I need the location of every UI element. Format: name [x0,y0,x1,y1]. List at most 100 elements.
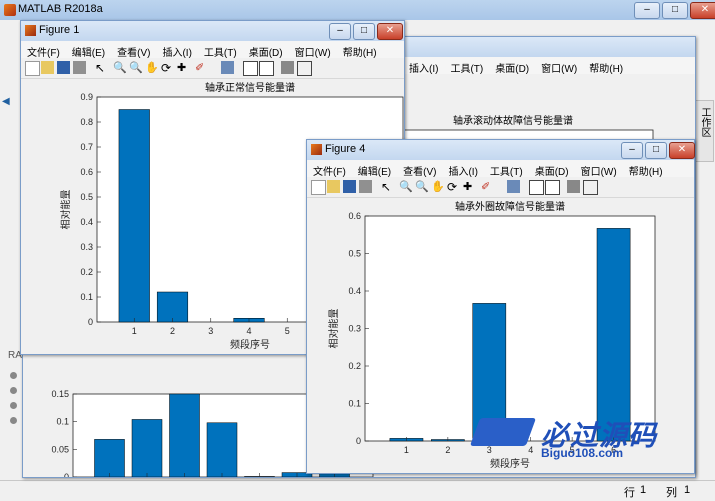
hide-tools-icon[interactable] [567,180,580,193]
y-tick-label: 0.5 [80,192,93,202]
menu-item-file[interactable]: 文件(F) [21,41,66,59]
status-bar: 行 1 列 1 [0,480,715,501]
figure-4-maximize-button[interactable]: □ [645,142,667,159]
watermark-logo: 必过源码 Biguo108.com [469,412,675,468]
menu-item-help[interactable]: 帮助(H) [583,57,629,75]
hide-tools-icon[interactable] [281,61,294,74]
menu-item-edit[interactable]: 编辑(E) [352,160,397,178]
y-tick-label: 0.05 [51,444,69,454]
show-tools-icon[interactable] [583,180,598,195]
y-tick-label: 0.5 [348,249,361,259]
save-icon[interactable] [343,180,356,193]
bar [131,419,163,477]
print-icon[interactable] [73,61,86,74]
menu-item-edit[interactable]: 编辑(E) [66,41,111,59]
print-icon[interactable] [359,180,372,193]
brush-icon[interactable]: ✐ [195,61,208,74]
legend-icon[interactable] [259,61,274,76]
figure-4-window[interactable]: Figure 4 – □ ✕ 文件(F) 编辑(E) 查看(V) 插入(I) 工… [306,139,695,474]
menu-item-window[interactable]: 窗口(W) [575,160,623,178]
data-cursor-icon[interactable]: ✚ [177,61,190,74]
figure-4-close-button[interactable]: ✕ [669,142,695,159]
open-icon[interactable] [41,61,54,74]
zoom-in-icon[interactable]: 🔍 [399,180,413,193]
rotate-icon[interactable]: ⟳ [161,61,174,75]
new-figure-icon[interactable] [25,61,40,76]
figure-1-title-bar[interactable]: Figure 1 – □ ✕ [21,21,404,41]
open-icon[interactable] [327,180,340,193]
x-tick-label: 1 [404,445,409,455]
figure-4-title-bar[interactable]: Figure 4 – □ ✕ [307,140,695,160]
colorbar-icon[interactable] [529,180,544,195]
x-tick-label: 3 [208,326,213,336]
zoom-out-icon[interactable]: 🔍 [129,61,143,74]
chart-title: 轴承正常信号能量谱 [205,81,295,94]
menu-item-file[interactable]: 文件(F) [307,160,352,178]
menu-item-help[interactable]: 帮助(H) [337,41,383,59]
figure-4-menu-bar: 文件(F) 编辑(E) 查看(V) 插入(I) 工具(T) 桌面(D) 窗口(W… [307,160,694,178]
close-button[interactable]: ✕ [690,2,715,19]
figure-1-maximize-button[interactable]: □ [353,23,375,40]
link-plot-icon[interactable] [507,180,520,193]
save-icon[interactable] [57,61,70,74]
y-tick-label: 0.3 [348,324,361,334]
minimize-button[interactable]: – [634,2,660,19]
y-tick-label: 0.3 [80,242,93,252]
data-cursor-icon[interactable]: ✚ [463,180,476,193]
menu-item-view[interactable]: 查看(V) [397,160,442,178]
y-tick-label: 0 [88,317,93,327]
menu-item-insert[interactable]: 插入(I) [156,41,197,59]
x-tick-label: 4 [246,326,251,336]
new-figure-icon[interactable] [311,180,326,195]
menu-item-tools[interactable]: 工具(T) [198,41,243,59]
colorbar-icon[interactable] [243,61,258,76]
menu-item-desktop[interactable]: 桌面(D) [529,160,575,178]
figure-1-close-button[interactable]: ✕ [377,23,403,40]
menu-item-window[interactable]: 窗口(W) [535,57,583,75]
y-tick-label: 0 [356,436,361,446]
menu-item-desktop[interactable]: 桌面(D) [243,41,289,59]
y-tick-label: 0.8 [80,117,93,127]
rotate-icon[interactable]: ⟳ [447,180,460,194]
row-label: 行 [624,487,635,499]
radio-list [10,372,18,436]
menu-item-help[interactable]: 帮助(H) [623,160,669,178]
bar [156,291,189,323]
menu-item-tools[interactable]: 工具(T) [484,160,529,178]
pan-icon[interactable]: ✋ [431,180,445,193]
y-tick-label: 0.4 [80,217,93,227]
y-tick-label: 0.1 [56,417,69,427]
menu-item-desktop[interactable]: 桌面(D) [489,57,535,75]
legend-icon[interactable] [545,180,560,195]
figure-1-toolbar: ↖ 🔍 🔍 ✋ ⟳ ✚ ✐ [21,58,404,79]
figure-1-minimize-button[interactable]: – [329,23,351,40]
menu-item-tools[interactable]: 工具(T) [444,57,489,75]
pointer-icon[interactable]: ↖ [95,61,108,75]
menu-item-view[interactable]: 查看(V) [111,41,156,59]
y-tick-label: 0.4 [348,286,361,296]
pan-icon[interactable]: ✋ [145,61,159,74]
pointer-icon[interactable]: ↖ [381,180,394,194]
y-tick-label: 0.6 [348,211,361,221]
menu-item-insert[interactable]: 插入(I) [403,57,444,75]
bar [169,393,200,477]
maximize-button[interactable]: □ [662,2,688,19]
bar [94,439,125,477]
show-tools-icon[interactable] [297,61,312,76]
figure-4-minimize-button[interactable]: – [621,142,643,159]
chart-title: 轴承外圈故障信号能量谱 [455,200,565,213]
y-axis-label: 相对能量 [59,190,72,230]
chart-title: 轴承滚动体故障信号能量谱 [453,114,573,127]
menu-item-window[interactable]: 窗口(W) [289,41,337,59]
menu-item-insert[interactable]: 插入(I) [442,160,483,178]
zoom-out-icon[interactable]: 🔍 [415,180,429,193]
brush-icon[interactable]: ✐ [481,180,494,193]
x-tick-label: 5 [285,326,290,336]
zoom-in-icon[interactable]: 🔍 [113,61,127,74]
collapse-arrow-icon[interactable]: ◀ [2,96,12,110]
link-plot-icon[interactable] [221,61,234,74]
col-label: 列 [666,487,677,499]
bar [118,109,150,323]
x-tick-label: 2 [445,445,450,455]
figure-1-menu-bar: 文件(F) 编辑(E) 查看(V) 插入(I) 工具(T) 桌面(D) 窗口(W… [21,41,404,59]
